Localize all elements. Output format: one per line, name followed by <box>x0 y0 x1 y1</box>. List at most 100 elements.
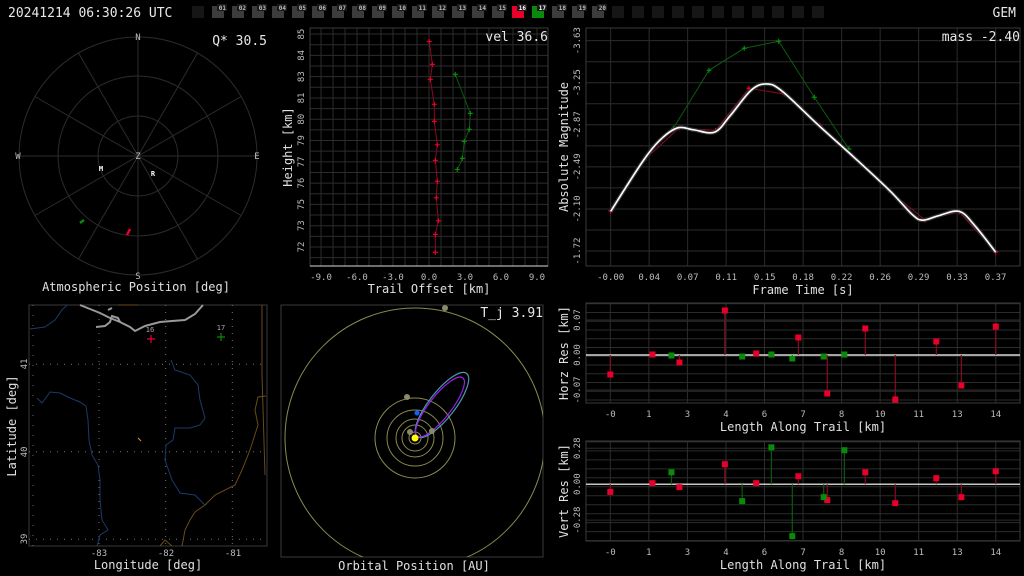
x-tick-label: -6.0 <box>346 273 368 283</box>
residual-point-16 <box>958 494 965 501</box>
x-tick-label: 1 <box>646 410 651 420</box>
x-tick-label: -0.00 <box>597 273 624 283</box>
y-tick-label: 84 <box>297 50 307 61</box>
y-tick-label: 76 <box>297 178 307 189</box>
y-tick-label: -2.87 <box>573 111 583 138</box>
frame-label: 08 <box>359 5 367 12</box>
q-star-readout: Q* 30.5 <box>212 34 267 49</box>
frame-label: 13 <box>459 5 467 12</box>
data-point <box>454 167 460 173</box>
residual-point-17 <box>841 351 848 358</box>
polar-spoke <box>34 96 139 157</box>
frame-label: 01 <box>219 5 227 12</box>
series-line-17 <box>454 74 471 170</box>
station-17-track <box>79 219 85 224</box>
residual-point-17 <box>820 494 827 501</box>
residual-point-16 <box>824 390 831 397</box>
frame-strip: 01 02 03 04 05 06 07 08 09 10 11 12 13 14 15 16 17 18 19 20 <box>192 4 824 18</box>
data-point <box>431 101 437 107</box>
x-tick-label: 0.04 <box>638 273 660 283</box>
y-tick-label: -0.07 <box>573 376 583 403</box>
data-point <box>434 142 440 148</box>
x-tick-label: 9.0 <box>529 273 545 283</box>
frame-label: 18 <box>559 5 567 12</box>
frame-label: 20 <box>599 5 607 12</box>
vert-res-chart: -0 1 3 4 6 7 8 10 11 13 140.280.00-0.28Length Alon… <box>557 437 1021 572</box>
residual-point-17 <box>768 351 775 358</box>
residual-point-16 <box>676 484 683 491</box>
x-tick-label: 10 <box>875 410 886 420</box>
lat-tick: 40 <box>20 447 30 458</box>
atmospheric-position-panel: N S E W Z M R Q* 30.5 Atmospheric Positi… <box>15 33 267 294</box>
frame-label: 09 <box>379 5 387 12</box>
data-point <box>426 38 432 44</box>
frame-box <box>692 6 704 18</box>
data-point <box>467 110 473 116</box>
y-tick-label: -3.63 <box>573 27 583 54</box>
data-point <box>435 218 441 224</box>
x-axis-title: Length Along Trail [km] <box>720 420 886 434</box>
x-axis-title: Trail Offset [km] <box>368 282 491 296</box>
frame-box <box>772 6 784 18</box>
dashboard: 20241214 06:30:26 UTC 01 02 03 04 05 06 07 08 09… <box>5 4 1021 573</box>
x-tick-label: -9.0 <box>310 273 332 283</box>
residual-point-16 <box>892 500 899 507</box>
lon-tick: -81 <box>225 549 241 559</box>
horz-res-chart: -0 1 3 4 6 7 8 10 11 13 140.070.00-0.07Length Alon… <box>557 302 1021 434</box>
residual-point-16 <box>649 351 656 358</box>
x-tick-label: 3 <box>685 410 690 420</box>
polar-spoke <box>137 155 198 260</box>
map-layer <box>28 304 268 547</box>
x-tick-label: 0.29 <box>908 273 930 283</box>
data-point <box>459 155 465 161</box>
residual-point-17 <box>789 533 796 540</box>
ground-map-panel: -83 -82 -81 41 40 39 Longitude [deg] Lat… <box>5 304 268 572</box>
x-tick-label: 6 <box>762 410 767 420</box>
polar-spoke <box>34 155 139 216</box>
y-tick-label: 75 <box>297 199 307 210</box>
station-17-label: 17 <box>217 324 225 332</box>
station-16-track <box>125 228 132 236</box>
planet <box>404 394 410 400</box>
polar-caption: Atmospheric Position [deg] <box>42 280 230 294</box>
x-tick-label: 0.22 <box>831 273 853 283</box>
frame-box <box>812 6 824 18</box>
x-tick-label: 0.07 <box>677 273 699 283</box>
x-tick-label: 8 <box>839 410 844 420</box>
x-tick-label: 4 <box>723 410 728 420</box>
residual-point-16 <box>721 307 728 314</box>
tisserand-readout: T_j 3.91 <box>480 306 543 321</box>
east-label: E <box>254 152 259 162</box>
x-tick-label: 0.26 <box>869 273 891 283</box>
earth <box>414 410 420 416</box>
residual-point-16 <box>753 480 760 487</box>
y-tick-label: 85 <box>297 29 307 40</box>
residual-point-17 <box>789 355 796 362</box>
frame-box <box>652 6 664 18</box>
orbit-layer <box>280 304 544 558</box>
magnitude-chart: -0.00 0.04 0.07 0.11 0.15 0.18 0.22 0.26 0.29 0.3… <box>557 27 1021 297</box>
x-tick-label: -0 <box>605 548 616 558</box>
west-label: W <box>15 152 21 162</box>
data-point <box>741 45 747 51</box>
x-tick-label: 0.37 <box>985 273 1007 283</box>
y-tick-label: -0.28 <box>573 507 583 534</box>
x-tick-label: 10 <box>875 548 886 558</box>
residual-point-16 <box>607 488 614 495</box>
x-tick-label: -0 <box>605 410 616 420</box>
x-tick-label: 0.33 <box>946 273 968 283</box>
y-tick-label: 79 <box>297 135 307 146</box>
polar-spoke <box>137 96 242 157</box>
y-tick-label: -1.72 <box>573 237 583 264</box>
frame-label: 03 <box>259 5 267 12</box>
x-tick-label: 7 <box>800 548 805 558</box>
x-axis-title: Length Along Trail [km] <box>720 558 886 572</box>
residual-point-16 <box>607 371 614 378</box>
x-axis-title: Frame Time [s] <box>752 283 853 297</box>
north-label: N <box>135 33 140 43</box>
residual-point-16 <box>753 350 760 357</box>
lat-tick: 41 <box>20 359 30 370</box>
frame-box <box>752 6 764 18</box>
y-tick-label: -3.25 <box>573 69 583 96</box>
residual-point-17 <box>739 353 746 360</box>
